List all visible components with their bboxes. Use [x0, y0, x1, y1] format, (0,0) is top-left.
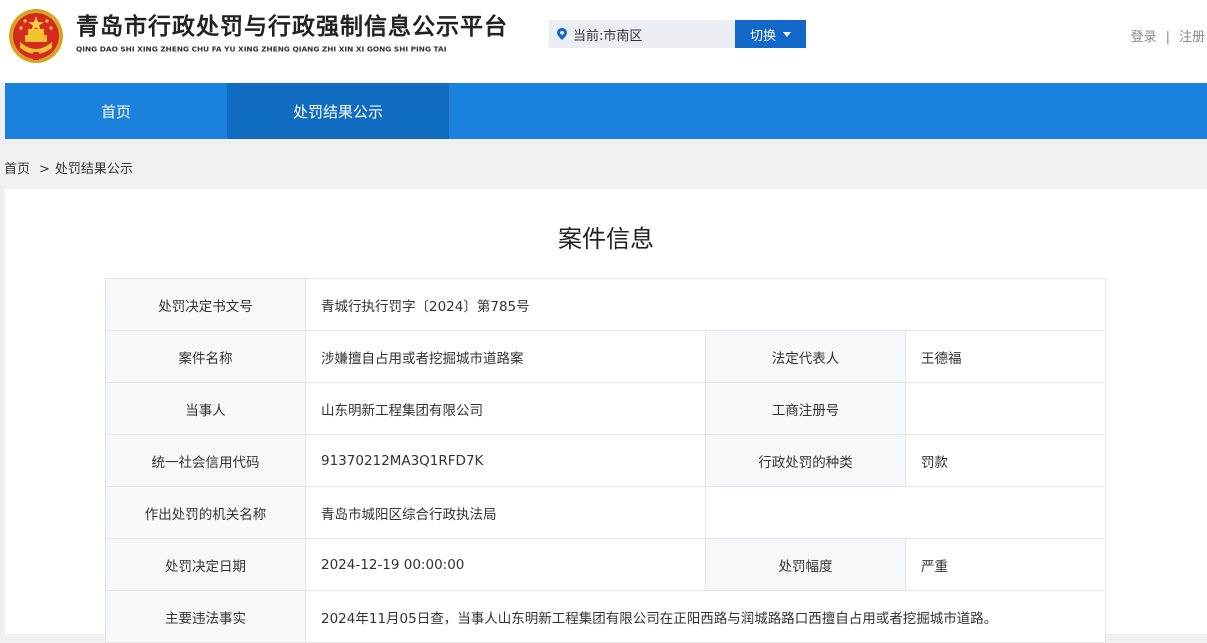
credit-code-label: 统一社会信用代码 [105, 434, 306, 487]
party-label: 当事人 [105, 382, 306, 435]
case-info-table: 处罚决定书文号 青城行执行罚字〔2024〕第785号 案件名称 涉嫌擅自占用或者… [105, 278, 1106, 643]
decision-no-label: 处罚决定书文号 [105, 278, 306, 331]
breadcrumb-home[interactable]: 首页 [4, 162, 30, 177]
facts-label: 主要违法事实 [105, 590, 306, 643]
nav-item-penalty-results[interactable]: 处罚结果公示 [227, 83, 449, 139]
reg-no-value [905, 382, 1106, 435]
main-nav: 首页 处罚结果公示 [5, 83, 1207, 139]
site-title-block: 青岛市行政处罚与行政强制信息公示平台 QING DAO SHI XING ZHE… [76, 12, 508, 56]
auth-separator: | [1165, 30, 1170, 45]
severity-label: 处罚幅度 [705, 538, 906, 591]
empty-cell [705, 486, 1106, 539]
table-row: 处罚决定日期 2024-12-19 00:00:00 处罚幅度 严重 [105, 538, 1106, 591]
legal-rep-value: 王德福 [905, 330, 1106, 383]
authority-label: 作出处罚的机关名称 [105, 486, 306, 539]
location-pin-icon [557, 28, 567, 40]
table-row: 处罚决定书文号 青城行执行罚字〔2024〕第785号 [105, 278, 1106, 331]
nav-item-home[interactable]: 首页 [5, 83, 227, 139]
case-info-panel: 案件信息 处罚决定书文号 青城行执行罚字〔2024〕第785号 案件名称 涉嫌擅… [5, 189, 1207, 643]
table-row: 案件名称 涉嫌擅自占用或者挖掘城市道路案 法定代表人 王德福 [105, 330, 1106, 383]
table-row: 统一社会信用代码 91370212MA3Q1RFD7K 行政处罚的种类 罚款 [105, 434, 1106, 487]
site-title: 青岛市行政处罚与行政强制信息公示平台 [76, 14, 508, 40]
register-link[interactable]: 注册 [1179, 30, 1205, 45]
chevron-down-icon [783, 31, 791, 37]
current-location: 当前:市南区 [549, 20, 735, 48]
site-header: 青岛市行政处罚与行政强制信息公示平台 QING DAO SHI XING ZHE… [0, 0, 1207, 83]
site-title-pinyin: QING DAO SHI XING ZHENG CHU FA YU XING Z… [76, 44, 447, 54]
location-text: 当前:市南区 [573, 28, 643, 44]
switch-location-button[interactable]: 切换 [735, 20, 806, 48]
national-emblem-icon[interactable] [8, 8, 64, 64]
auth-links: 登录 | 注册 [1131, 26, 1205, 45]
breadcrumb: 首页 > 处罚结果公示 [4, 158, 133, 177]
authority-value: 青岛市城阳区综合行政执法局 [305, 486, 706, 539]
page-title: 案件信息 [558, 225, 654, 253]
table-row: 当事人 山东明新工程集团有限公司 工商注册号 [105, 382, 1106, 435]
case-name-value: 涉嫌擅自占用或者挖掘城市道路案 [305, 330, 706, 383]
breadcrumb-current[interactable]: 处罚结果公示 [55, 162, 133, 177]
case-name-label: 案件名称 [105, 330, 306, 383]
table-row: 作出处罚的机关名称 青岛市城阳区综合行政执法局 [105, 486, 1106, 539]
facts-value: 2024年11月05日查，当事人山东明新工程集团有限公司在正阳西路与润城路路口西… [305, 590, 1106, 643]
penalty-type-label: 行政处罚的种类 [705, 434, 906, 487]
reg-no-label: 工商注册号 [705, 382, 906, 435]
table-row: 主要违法事实 2024年11月05日查，当事人山东明新工程集团有限公司在正阳西路… [105, 590, 1106, 643]
penalty-type-value: 罚款 [905, 434, 1106, 487]
decision-date-label: 处罚决定日期 [105, 538, 306, 591]
decision-no-value: 青城行执行罚字〔2024〕第785号 [305, 278, 1106, 331]
login-link[interactable]: 登录 [1131, 30, 1157, 45]
party-value: 山东明新工程集团有限公司 [305, 382, 706, 435]
switch-label: 切换 [749, 28, 776, 44]
breadcrumb-separator: > [39, 162, 50, 177]
legal-rep-label: 法定代表人 [705, 330, 906, 383]
decision-date-value: 2024-12-19 00:00:00 [305, 538, 706, 591]
credit-code-value: 91370212MA3Q1RFD7K [305, 434, 706, 487]
severity-value: 严重 [905, 538, 1106, 591]
